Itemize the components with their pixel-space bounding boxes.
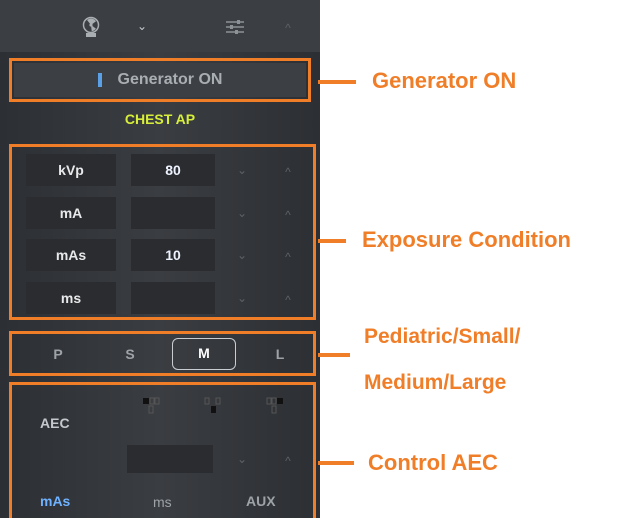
ms-decrease-icon[interactable]: ⌄	[234, 292, 250, 304]
kvp-decrease-icon[interactable]: ⌄	[234, 164, 250, 176]
callout-line-aec	[318, 461, 354, 465]
size-option-small[interactable]: S	[112, 339, 148, 369]
callout-size-line2: Medium/Large	[364, 371, 507, 394]
callout-line-exposure	[318, 239, 346, 243]
ms-value-field[interactable]	[131, 282, 215, 314]
mas-value-field[interactable]: 10	[131, 239, 215, 271]
chevron-down-icon[interactable]: ⌄	[134, 20, 150, 32]
size-option-pediatric[interactable]: P	[40, 339, 76, 369]
aec-mode-ms[interactable]: ms	[153, 494, 172, 510]
top-bar: ⌄ ^	[0, 0, 320, 52]
aec-field-right-icon[interactable]	[266, 395, 284, 422]
callout-aec: Control AEC	[368, 450, 498, 475]
status-bar-icon	[97, 73, 102, 87]
callout-line-generator	[318, 80, 356, 84]
ms-increase-icon[interactable]: ^	[280, 294, 296, 306]
aec-decrease-icon[interactable]: ⌄	[234, 453, 250, 465]
aec-value-field[interactable]	[127, 445, 213, 473]
generator-status: Generator ON	[117, 71, 223, 88]
aec-mode-aux[interactable]: AUX	[246, 493, 276, 509]
exposure-label-ms: ms	[26, 282, 116, 314]
ma-value-field[interactable]	[131, 197, 215, 229]
callout-generator: Generator ON	[372, 68, 517, 93]
callout-size-line1: Pediatric/Small/	[364, 325, 521, 348]
exposure-label-kvp: kVp	[26, 154, 116, 186]
aec-increase-icon[interactable]: ^	[280, 455, 296, 467]
mas-increase-icon[interactable]: ^	[280, 251, 296, 263]
aec-field-left-icon[interactable]	[142, 395, 160, 422]
aec-label: AEC	[40, 415, 70, 431]
exposure-label-mas: mAs	[26, 239, 116, 271]
mas-decrease-icon[interactable]: ⌄	[234, 249, 250, 261]
callout-exposure: Exposure Condition	[362, 227, 571, 252]
size-option-large[interactable]: L	[262, 339, 298, 369]
ma-increase-icon[interactable]: ^	[280, 209, 296, 221]
kvp-value-field[interactable]: 80	[131, 154, 215, 186]
kvp-increase-icon[interactable]: ^	[280, 166, 296, 178]
aec-mode-mas[interactable]: mAs	[40, 493, 70, 509]
callout-line-size	[318, 353, 350, 357]
sliders-icon[interactable]	[224, 18, 246, 36]
generator-button[interactable]: Generator ON	[14, 63, 306, 97]
control-panel: ⌄ ^ Generator ON CHEST AP kVp 80 ⌄ ^ mA …	[0, 0, 320, 518]
size-option-medium[interactable]: M	[172, 338, 236, 370]
chevron-up-icon[interactable]: ^	[280, 22, 296, 34]
exposure-label-ma: mA	[26, 197, 116, 229]
aec-field-center-icon[interactable]	[204, 395, 222, 422]
radiation-icon[interactable]	[80, 16, 102, 38]
ma-decrease-icon[interactable]: ⌄	[234, 207, 250, 219]
protocol-name: CHEST AP	[124, 111, 196, 127]
